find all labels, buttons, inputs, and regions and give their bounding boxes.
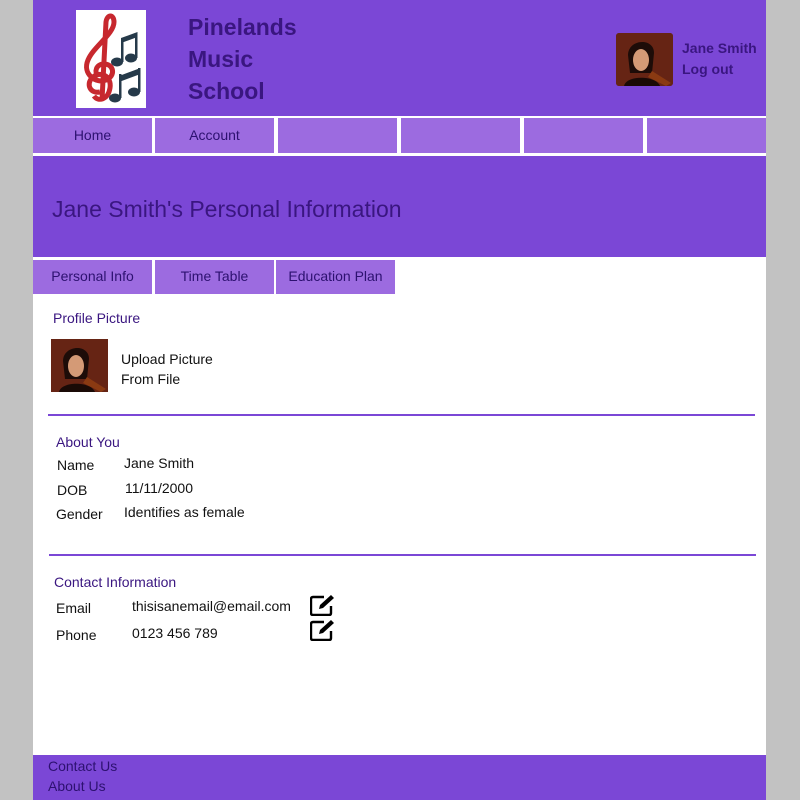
name-value: Jane Smith <box>124 455 195 471</box>
dob-value: 11/11/2000 <box>125 480 193 496</box>
logout-link[interactable]: Log out <box>682 61 733 77</box>
tab-personal-info[interactable]: Personal Info <box>33 260 152 294</box>
email-label: Email <box>56 600 92 616</box>
school-name-line2: Music <box>188 46 254 72</box>
edit-phone-icon[interactable] <box>309 619 336 642</box>
page-title: Jane Smith's Personal Information <box>52 196 402 222</box>
phone-label: Phone <box>56 627 97 643</box>
page: Pinelands Music School Jane Smith Log ou… <box>33 0 766 800</box>
profile-picture-heading: Profile Picture <box>53 310 141 326</box>
email-value: thisisanemail@email.com <box>132 598 291 614</box>
page-banner: Jane Smith's Personal Information <box>33 156 766 257</box>
nav-item-empty-4[interactable] <box>647 118 766 153</box>
upload-picture-line1: Upload Picture <box>121 351 213 367</box>
school-name-line1: Pinelands <box>188 14 297 40</box>
section-divider <box>48 414 755 416</box>
gender-label: Gender <box>56 506 103 522</box>
edit-icon <box>309 620 334 642</box>
dob-label: DOB <box>57 482 88 498</box>
avatar <box>616 33 673 86</box>
edit-email-icon[interactable] <box>309 594 336 617</box>
upload-picture-link[interactable]: Upload Picture From File <box>121 349 213 389</box>
footer: Contact Us About Us <box>33 755 766 800</box>
treble-clef-music-notes-icon <box>84 13 141 103</box>
upload-picture-line2: From File <box>121 371 181 387</box>
tab-education-plan[interactable]: Education Plan <box>276 260 395 294</box>
edit-icon <box>309 595 334 617</box>
nav-item-empty-1[interactable] <box>278 118 397 153</box>
user-name: Jane Smith <box>682 40 757 56</box>
nav-item-empty-3[interactable] <box>524 118 643 153</box>
nav-item-account[interactable]: Account <box>155 118 274 153</box>
name-label: Name <box>57 457 95 473</box>
tab-time-table[interactable]: Time Table <box>155 260 274 294</box>
footer-contact-us-link[interactable]: Contact Us <box>48 758 117 774</box>
about-you-heading: About You <box>56 434 120 450</box>
user-photo-icon <box>616 33 673 86</box>
phone-value: 0123 456 789 <box>132 625 218 641</box>
profile-picture <box>51 339 108 392</box>
header: Pinelands Music School Jane Smith Log ou… <box>33 0 766 116</box>
gender-value: Identifies as female <box>124 504 245 520</box>
contact-info-heading: Contact Information <box>54 574 177 590</box>
main-nav: Home Account <box>33 116 766 154</box>
school-name-line3: School <box>188 78 265 104</box>
section-divider <box>49 554 756 556</box>
tab-bar: Personal Info Time Table Education Plan <box>33 260 766 294</box>
nav-item-home[interactable]: Home <box>33 118 152 153</box>
school-name: Pinelands Music School <box>188 11 348 107</box>
profile-photo-icon <box>51 339 108 392</box>
footer-about-us-link[interactable]: About Us <box>48 778 106 794</box>
nav-item-empty-2[interactable] <box>401 118 520 153</box>
school-logo <box>76 10 146 108</box>
